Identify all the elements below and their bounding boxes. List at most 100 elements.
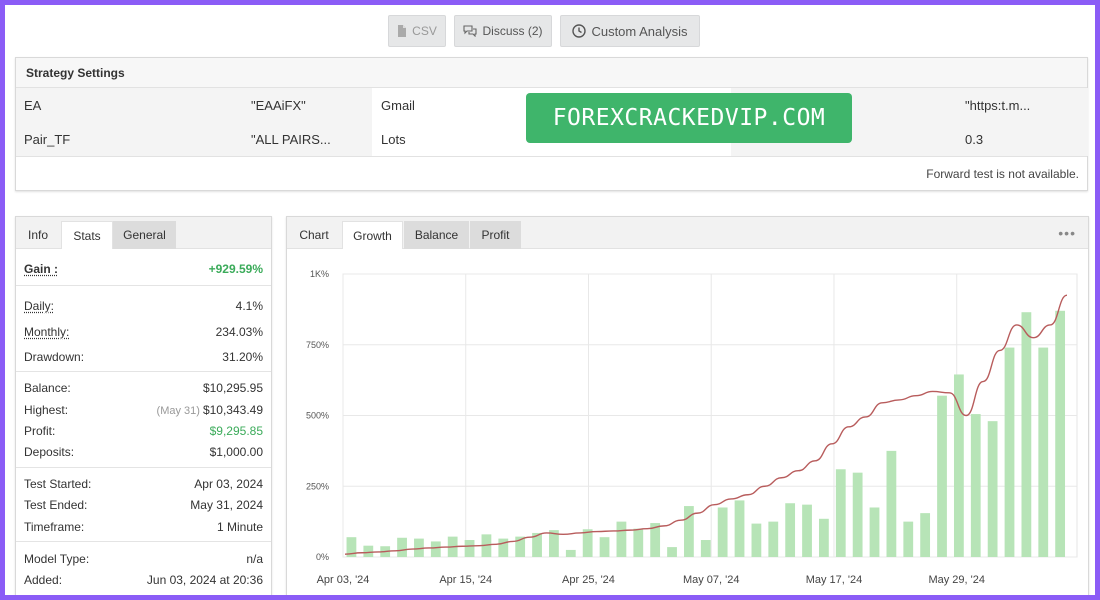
highest-value-wrap: (May 31) $10,343.49 — [157, 403, 263, 417]
setting-key: Gmail — [381, 97, 415, 113]
growth-bar — [565, 549, 576, 557]
growth-bar — [768, 521, 779, 557]
growth-bar — [717, 507, 728, 557]
growth-bar — [430, 541, 441, 557]
x-tick-label: Apr 15, '24 — [439, 574, 492, 586]
gain-row: Gain : +929.59% — [24, 259, 263, 279]
highest-value: $10,343.49 — [202, 403, 263, 417]
growth-bar — [616, 521, 627, 557]
test-started-row: Test Started: Apr 03, 2024 — [24, 474, 263, 494]
forward-test-text: Forward test is not available. — [926, 167, 1079, 181]
model-type-row: Model Type: n/a — [24, 549, 263, 569]
model-type-value: n/a — [246, 552, 263, 566]
profit-row: Profit: $9,295.85 — [24, 421, 263, 441]
gain-value: +929.59% — [208, 262, 263, 276]
growth-bar — [920, 513, 931, 557]
added-row: Added: Jun 03, 2024 at 20:36 — [24, 570, 263, 590]
custom-analysis-label: Custom Analysis — [591, 23, 688, 39]
page-frame: CSV Discuss (2) Custom Analysis Strategy… — [5, 5, 1095, 595]
monthly-row: Monthly: 234.03% — [24, 322, 263, 342]
csv-label: CSV — [412, 24, 437, 38]
growth-bar — [970, 414, 981, 557]
growth-bar — [835, 469, 846, 557]
setting-value: "https:t.m... — [965, 97, 1031, 113]
added-label: Added: — [24, 573, 63, 587]
highest-label: Highest: — [24, 403, 69, 417]
growth-bar — [785, 503, 796, 557]
timeframe-label: Timeframe: — [24, 520, 85, 534]
daily-row: Daily: 4.1% — [24, 296, 263, 316]
growth-bar — [852, 472, 863, 557]
toolbar: CSV Discuss (2) Custom Analysis — [5, 15, 1095, 47]
divider — [16, 467, 271, 468]
daily-label[interactable]: Daily: — [24, 299, 54, 313]
y-tick-label: 1K% — [310, 269, 329, 279]
test-ended-row: Test Ended: May 31, 2024 — [24, 495, 263, 515]
tab-stats[interactable]: Stats — [61, 221, 113, 249]
y-tick-label: 250% — [306, 481, 329, 491]
x-tick-label: May 07, '24 — [683, 574, 740, 586]
chart-menu-icon[interactable]: ••• — [1058, 225, 1076, 241]
highest-date-note: (May 31) — [156, 405, 200, 417]
monthly-label[interactable]: Monthly: — [24, 325, 69, 339]
x-tick-label: May 17, '24 — [806, 574, 863, 586]
timeframe-row: Timeframe: 1 Minute — [24, 517, 263, 537]
setting-key: Lots — [381, 131, 406, 147]
growth-bar — [734, 500, 745, 557]
growth-bar — [819, 518, 829, 557]
growth-bar — [700, 540, 711, 557]
test-ended-label: Test Ended: — [24, 498, 88, 512]
x-tick-label: Apr 25, '24 — [562, 574, 615, 586]
growth-bar — [684, 506, 694, 557]
growth-bar — [1038, 347, 1049, 557]
timeframe-value: 1 Minute — [216, 520, 263, 534]
strategy-settings-title: Strategy Settings — [16, 58, 1087, 88]
setting-key: EA — [24, 97, 42, 113]
tab-chart[interactable]: Chart — [287, 221, 341, 249]
tab-balance[interactable]: Balance — [404, 221, 469, 249]
tab-profit[interactable]: Profit — [470, 221, 521, 249]
growth-bar — [633, 528, 644, 557]
model-type-label: Model Type: — [24, 552, 90, 566]
balance-row: Balance: $10,295.95 — [24, 378, 263, 398]
custom-analysis-button[interactable]: Custom Analysis — [560, 15, 700, 47]
drawdown-label: Drawdown: — [24, 350, 85, 364]
test-started-label: Test Started: — [24, 477, 92, 491]
growth-bar — [464, 540, 475, 557]
added-value: Jun 03, 2024 at 20:36 — [146, 573, 263, 587]
divider — [16, 371, 271, 372]
growth-bar — [953, 374, 964, 557]
gain-label[interactable]: Gain : — [24, 262, 58, 276]
x-tick-label: Apr 03, '24 — [317, 574, 370, 586]
watermark-banner: FOREXCRACKEDVIP.COM — [526, 93, 852, 143]
setting-value: "EAAiFX" — [251, 97, 306, 113]
y-tick-label: 500% — [306, 411, 329, 421]
csv-button[interactable]: CSV — [388, 15, 446, 47]
growth-bar — [667, 547, 677, 557]
tab-info[interactable]: Info — [16, 221, 60, 249]
tab-general[interactable]: General — [113, 221, 176, 249]
discuss-button[interactable]: Discuss (2) — [454, 15, 552, 47]
monthly-value: 234.03% — [215, 325, 263, 339]
divider — [16, 541, 271, 542]
y-tick-label: 750% — [306, 340, 329, 350]
profit-value: $9,295.85 — [209, 424, 263, 438]
clock-icon — [572, 24, 587, 38]
growth-bar — [903, 521, 914, 557]
growth-bar — [397, 537, 407, 557]
x-tick-label: May 29, '24 — [928, 574, 985, 586]
deposits-row: Deposits: $1,000.00 — [24, 442, 263, 462]
growth-bar — [363, 545, 374, 557]
growth-bar — [886, 450, 897, 557]
growth-bar — [498, 538, 509, 557]
drawdown-value: 31.20% — [222, 350, 263, 364]
deposits-label: Deposits: — [24, 445, 75, 459]
tab-growth[interactable]: Growth — [342, 221, 403, 249]
growth-bar — [802, 504, 812, 557]
setting-key: Pair_TF — [24, 131, 71, 147]
chart-panel: Chart Growth Balance Profit ••• 0% 250% 50… — [286, 216, 1089, 595]
file-icon — [398, 25, 407, 37]
balance-label: Balance: — [24, 381, 71, 395]
growth-bar — [1055, 310, 1066, 557]
growth-bar — [1021, 312, 1032, 557]
